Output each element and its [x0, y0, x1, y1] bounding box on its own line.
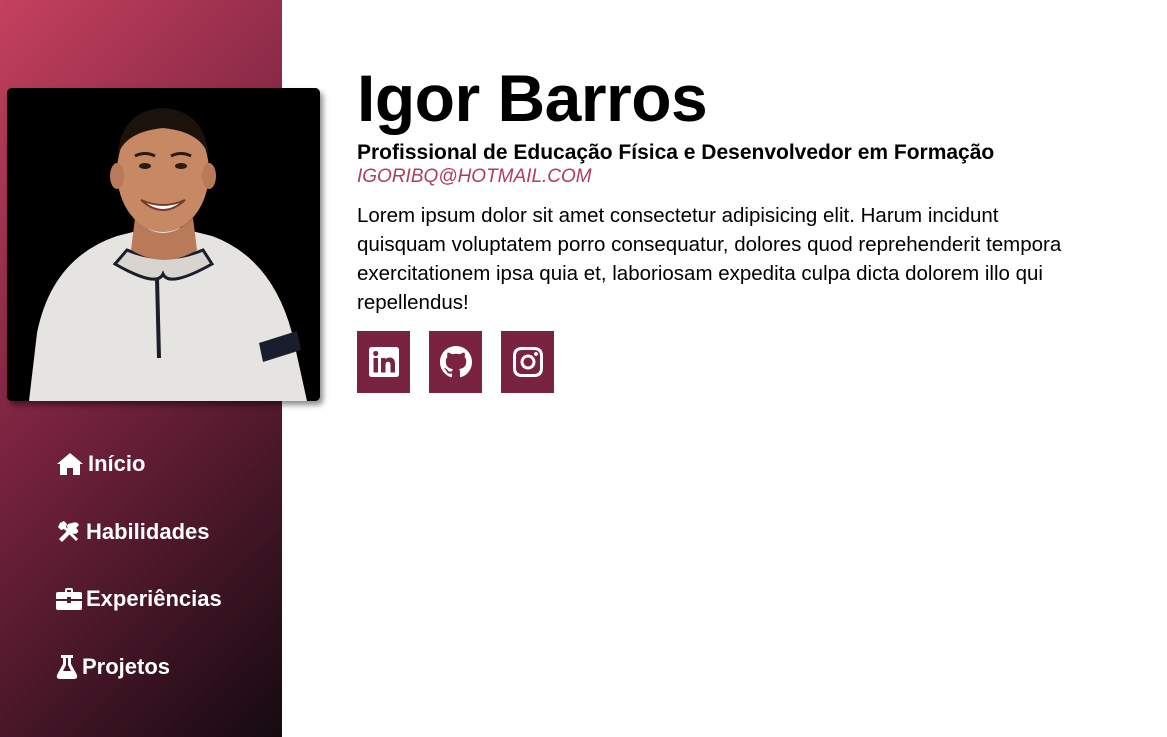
nav-item-label: Projetos: [82, 653, 171, 679]
nav-item-inicio[interactable]: Início: [56, 447, 222, 481]
instagram-button[interactable]: [501, 331, 554, 393]
github-button[interactable]: [429, 331, 482, 393]
page: Início Habilidades Experiências Projetos: [0, 0, 1167, 737]
instagram-icon: [512, 347, 543, 377]
sidebar: Início Habilidades Experiências Projetos: [0, 0, 320, 737]
social-links: [357, 331, 1077, 393]
nav-item-projetos[interactable]: Projetos: [56, 650, 222, 684]
home-icon: [56, 452, 84, 476]
github-icon: [439, 346, 472, 378]
nav-item-experiencias[interactable]: Experiências: [56, 582, 222, 616]
profile-name: Igor Barros: [357, 61, 708, 135]
nav-item-label: Início: [88, 451, 146, 476]
nav-item-label: Experiências: [86, 586, 222, 611]
profile-subtitle: Profissional de Educação Física e Desenv…: [357, 141, 995, 164]
nav-item-label: Habilidades: [86, 518, 210, 544]
briefcase-icon: [56, 588, 82, 610]
linkedin-button[interactable]: [357, 331, 410, 393]
linkedin-icon: [368, 347, 399, 377]
flask-icon: [56, 654, 78, 679]
tools-icon: [56, 520, 82, 544]
main-content: Igor Barros Profissional de Educação Fís…: [357, 62, 1077, 393]
profile-photo: [7, 88, 320, 401]
profile-bio: Lorem ipsum dolor sit amet consectetur a…: [357, 204, 1062, 314]
sidebar-nav: Início Habilidades Experiências Projetos: [56, 447, 222, 717]
profile-email[interactable]: IGORIBQ@HOTMAIL.COM: [357, 165, 1077, 189]
nav-item-habilidades[interactable]: Habilidades: [56, 515, 222, 549]
